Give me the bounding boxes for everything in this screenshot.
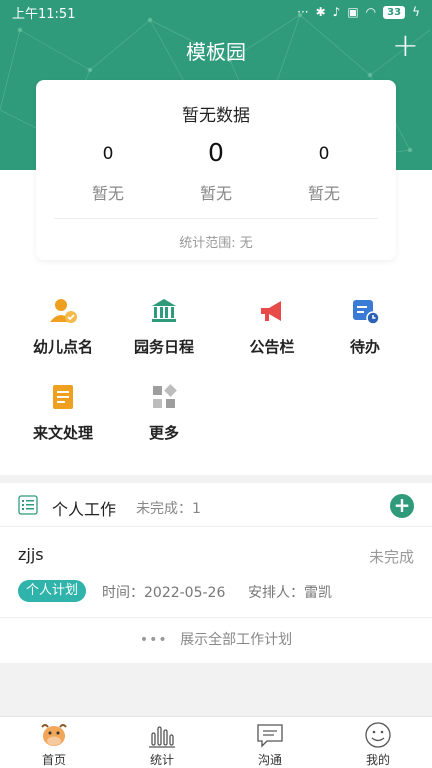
stat-value: 0	[102, 144, 114, 164]
grid-item-child-roll-call[interactable]: 幼儿点名	[9, 296, 117, 376]
todo-icon	[353, 300, 380, 325]
task-assignee: 安排人：雷凯	[248, 585, 332, 601]
bottom-tab-bar: 首页 统计 沟通 我的	[0, 716, 432, 768]
section-header: 个人工作 未完成：1 +	[0, 483, 432, 527]
ellipsis-icon: •••	[139, 632, 168, 648]
grid-label: 更多	[148, 424, 179, 442]
grid-label: 幼儿点名	[32, 338, 93, 356]
summary-title: 暂无数据	[182, 106, 250, 126]
stat-value: 0	[208, 138, 224, 167]
page-title: 模板园	[186, 40, 246, 64]
personal-work-section: 个人工作 未完成：1 + zjjs 未完成 个人计划 时间：2022-05-26…	[0, 483, 432, 663]
bar-chart-icon	[149, 726, 175, 748]
document-icon	[53, 385, 73, 409]
checklist-icon	[18, 495, 38, 515]
grid-label: 待办	[349, 338, 380, 356]
charging-icon: ϟ	[412, 5, 420, 19]
task-status: 未完成	[368, 548, 414, 566]
summary-card: 暂无数据 0 0 0 暂无 暂无 暂无 统计范围: 无	[36, 80, 396, 260]
stat-1[interactable]: 0	[58, 144, 158, 164]
wifi-icon: ◠	[365, 5, 377, 19]
chat-icon	[257, 724, 283, 748]
grid-item-notice-board[interactable]: 公告栏	[218, 296, 326, 376]
tab-home[interactable]: 首页	[0, 717, 108, 768]
grid-item-more[interactable]: 更多	[110, 382, 218, 462]
add-button[interactable]: +	[392, 29, 419, 61]
cow-home-icon	[41, 724, 67, 746]
stat-value: 0	[318, 144, 330, 164]
tab-label: 统计	[149, 753, 174, 767]
tab-label: 沟通	[257, 753, 282, 767]
show-all-plans-button[interactable]: ••• 展示全部工作计划	[0, 617, 432, 663]
grid-item-documents[interactable]: 来文处理	[9, 382, 117, 462]
section-title: 个人工作	[52, 500, 117, 519]
divider	[54, 218, 378, 219]
stat-label: 暂无	[91, 184, 124, 203]
task-tag: 个人计划	[18, 580, 87, 602]
grid-item-todo[interactable]: 待办	[311, 296, 419, 376]
grid-item-schedule[interactable]: 园务日程	[110, 296, 218, 376]
tab-label: 首页	[41, 753, 66, 767]
bluetooth-icon: ✱	[315, 5, 326, 19]
task-time: 时间：2022-05-26	[102, 585, 226, 601]
stat-2[interactable]: 0	[166, 138, 266, 167]
status-time: 上午11:51	[12, 6, 76, 22]
battery-icon: 33	[383, 5, 406, 19]
add-work-button[interactable]: +	[390, 494, 414, 518]
more-grid-icon	[153, 384, 177, 408]
smile-profile-icon	[365, 722, 391, 748]
stat-label: 暂无	[307, 184, 340, 203]
megaphone-icon	[261, 301, 281, 321]
show-all-label: 展示全部工作计划	[180, 632, 293, 648]
tab-communication[interactable]: 沟通	[216, 717, 324, 768]
stat-3[interactable]: 0	[274, 144, 374, 164]
tab-statistics[interactable]: 统计	[108, 717, 216, 768]
mute-bell-icon: ♪	[332, 5, 341, 19]
dots-icon: ···	[297, 5, 309, 19]
stat-label: 暂无	[199, 184, 232, 203]
tab-profile[interactable]: 我的	[324, 717, 432, 768]
grid-label: 园务日程	[133, 338, 194, 356]
sim-icon: ▣	[347, 5, 359, 19]
task-name: zjjs	[18, 545, 44, 564]
tab-label: 我的	[365, 753, 390, 767]
grid-label: 公告栏	[249, 338, 295, 356]
stat-range: 统计范围: 无	[179, 236, 253, 251]
institution-icon	[152, 299, 176, 322]
status-bar: 上午11:51 ··· ✱ ♪ ▣ ◠ 33 ϟ	[0, 0, 432, 24]
incomplete-count: 未完成：1	[136, 501, 201, 517]
grid-label: 来文处理	[32, 424, 93, 442]
child-roll-call-icon	[50, 299, 77, 323]
